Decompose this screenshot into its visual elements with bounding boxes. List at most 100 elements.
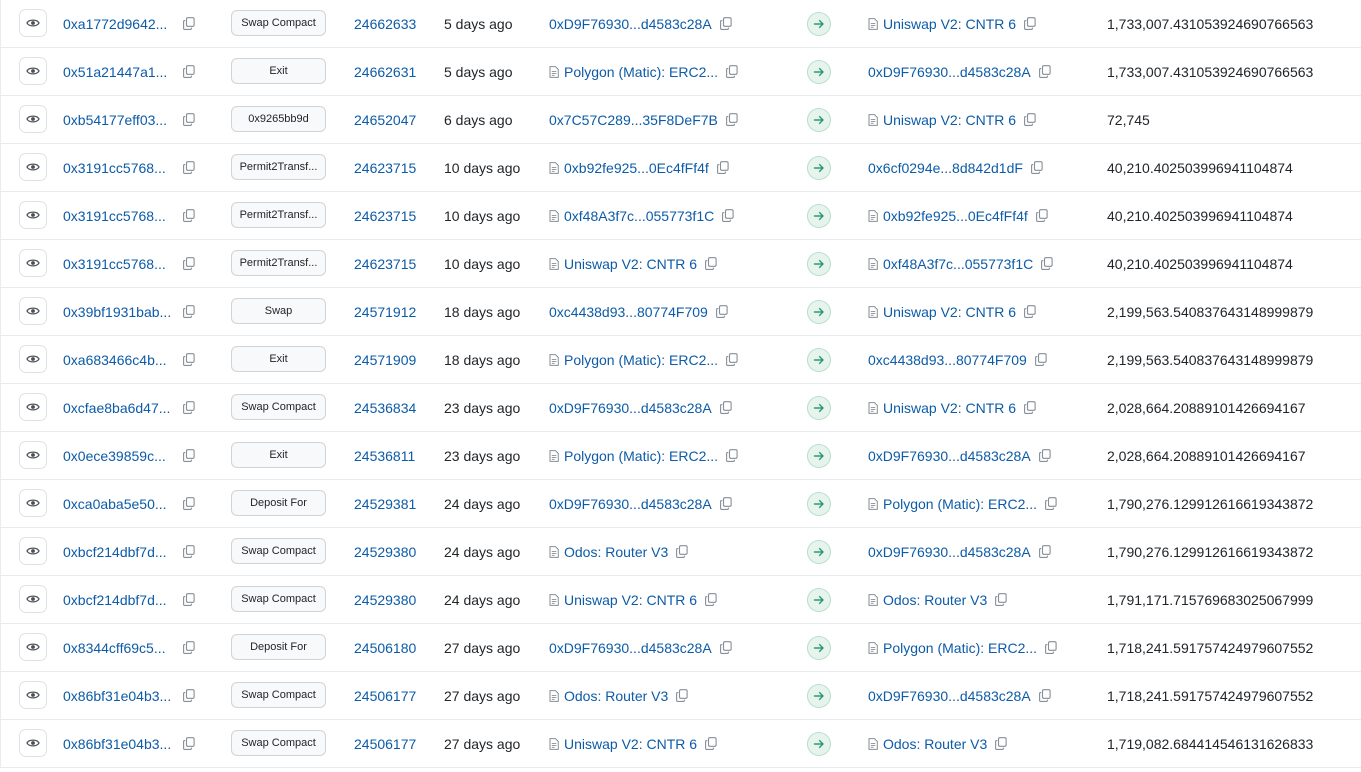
to-address-link[interactable]: 0xD9F76930...d4583c28A	[868, 448, 1031, 464]
to-address-link[interactable]: 0xD9F76930...d4583c28A	[868, 64, 1031, 80]
copy-icon[interactable]	[183, 353, 195, 366]
copy-icon[interactable]	[1041, 257, 1053, 270]
from-address-link[interactable]: Uniswap V2: CNTR 6	[564, 736, 697, 752]
copy-icon[interactable]	[183, 65, 195, 78]
view-details-button[interactable]	[19, 441, 47, 469]
view-details-button[interactable]	[19, 489, 47, 517]
from-address-link[interactable]: 0xc4438d93...80774F709	[549, 304, 708, 320]
copy-icon[interactable]	[183, 449, 195, 462]
copy-icon[interactable]	[1045, 497, 1057, 510]
copy-icon[interactable]	[676, 689, 688, 702]
copy-icon[interactable]	[183, 305, 195, 318]
copy-icon[interactable]	[183, 737, 195, 750]
txn-hash-link[interactable]: 0xbcf214dbf7d...	[63, 592, 175, 608]
to-address-link[interactable]: 0xD9F76930...d4583c28A	[868, 544, 1031, 560]
to-address-link[interactable]: Uniswap V2: CNTR 6	[883, 400, 1016, 416]
block-link[interactable]: 24662633	[354, 0, 434, 47]
copy-icon[interactable]	[1024, 113, 1036, 126]
view-details-button[interactable]	[19, 633, 47, 661]
copy-icon[interactable]	[183, 209, 195, 222]
to-address-link[interactable]: 0xf48A3f7c...055773f1C	[883, 256, 1033, 272]
block-link[interactable]: 24623715	[354, 240, 434, 287]
view-details-button[interactable]	[19, 345, 47, 373]
view-details-button[interactable]	[19, 9, 47, 37]
block-link[interactable]: 24529381	[354, 480, 434, 527]
view-details-button[interactable]	[19, 681, 47, 709]
txn-hash-link[interactable]: 0xa1772d9642...	[63, 16, 175, 32]
copy-icon[interactable]	[725, 113, 738, 126]
view-details-button[interactable]	[19, 153, 47, 181]
txn-hash-link[interactable]: 0xa683466c4b...	[63, 352, 175, 368]
copy-icon[interactable]	[719, 401, 732, 414]
from-address-link[interactable]: 0xD9F76930...d4583c28A	[549, 400, 712, 416]
copy-icon[interactable]	[1038, 449, 1051, 462]
view-details-button[interactable]	[19, 201, 47, 229]
copy-icon[interactable]	[722, 209, 734, 222]
block-link[interactable]: 24536834	[354, 384, 434, 431]
copy-icon[interactable]	[183, 401, 195, 414]
block-link[interactable]: 24623715	[354, 144, 434, 191]
from-address-link[interactable]: 0xD9F76930...d4583c28A	[549, 496, 712, 512]
view-details-button[interactable]	[19, 537, 47, 565]
to-address-link[interactable]: 0xb92fe925...0Ec4fFf4f	[883, 208, 1028, 224]
block-link[interactable]: 24623715	[354, 192, 434, 239]
view-details-button[interactable]	[19, 249, 47, 277]
copy-icon[interactable]	[1024, 17, 1036, 30]
from-address-link[interactable]: 0xf48A3f7c...055773f1C	[564, 208, 714, 224]
to-address-link[interactable]: Polygon (Matic): ERC2...	[883, 496, 1037, 512]
to-address-link[interactable]: Uniswap V2: CNTR 6	[883, 16, 1016, 32]
txn-hash-link[interactable]: 0x51a21447a1...	[63, 64, 175, 80]
to-address-link[interactable]: Odos: Router V3	[883, 736, 987, 752]
txn-hash-link[interactable]: 0xb54177eff03...	[63, 112, 175, 128]
view-details-button[interactable]	[19, 297, 47, 325]
copy-icon[interactable]	[183, 17, 195, 30]
txn-hash-link[interactable]: 0x3191cc5768...	[63, 208, 175, 224]
txn-hash-link[interactable]: 0x86bf31e04b3...	[63, 736, 175, 752]
copy-icon[interactable]	[719, 641, 732, 654]
copy-icon[interactable]	[1024, 305, 1036, 318]
copy-icon[interactable]	[1030, 161, 1043, 174]
from-address-link[interactable]: Odos: Router V3	[564, 688, 668, 704]
copy-icon[interactable]	[995, 593, 1007, 606]
txn-hash-link[interactable]: 0x3191cc5768...	[63, 160, 175, 176]
from-address-link[interactable]: 0xD9F76930...d4583c28A	[549, 640, 712, 656]
block-link[interactable]: 24571909	[354, 336, 434, 383]
copy-icon[interactable]	[726, 449, 738, 462]
block-link[interactable]: 24506177	[354, 672, 434, 719]
copy-icon[interactable]	[183, 257, 195, 270]
copy-icon[interactable]	[726, 65, 738, 78]
copy-icon[interactable]	[183, 497, 195, 510]
txn-hash-link[interactable]: 0xcfae8ba6d47...	[63, 400, 175, 416]
copy-icon[interactable]	[183, 545, 195, 558]
txn-hash-link[interactable]: 0xca0aba5e50...	[63, 496, 175, 512]
to-address-link[interactable]: Uniswap V2: CNTR 6	[883, 112, 1016, 128]
block-link[interactable]: 24662631	[354, 48, 434, 95]
txn-hash-link[interactable]: 0x86bf31e04b3...	[63, 688, 175, 704]
copy-icon[interactable]	[705, 737, 717, 750]
copy-icon[interactable]	[183, 641, 195, 654]
from-address-link[interactable]: Odos: Router V3	[564, 544, 668, 560]
copy-icon[interactable]	[705, 593, 717, 606]
from-address-link[interactable]: Polygon (Matic): ERC2...	[564, 64, 718, 80]
txn-hash-link[interactable]: 0x8344cff69c5...	[63, 640, 175, 656]
copy-icon[interactable]	[1035, 209, 1048, 222]
view-details-button[interactable]	[19, 585, 47, 613]
block-link[interactable]: 24506177	[354, 720, 434, 767]
txn-hash-link[interactable]: 0x39bf1931bab...	[63, 304, 175, 320]
from-address-link[interactable]: Uniswap V2: CNTR 6	[564, 256, 697, 272]
copy-icon[interactable]	[1024, 401, 1036, 414]
block-link[interactable]: 24506180	[354, 624, 434, 671]
to-address-link[interactable]: 0x6cf0294e...8d842d1dF	[868, 160, 1023, 176]
to-address-link[interactable]: Odos: Router V3	[883, 592, 987, 608]
to-address-link[interactable]: Polygon (Matic): ERC2...	[883, 640, 1037, 656]
to-address-link[interactable]: Uniswap V2: CNTR 6	[883, 304, 1016, 320]
from-address-link[interactable]: Polygon (Matic): ERC2...	[564, 352, 718, 368]
block-link[interactable]: 24529380	[354, 576, 434, 623]
copy-icon[interactable]	[1045, 641, 1057, 654]
copy-icon[interactable]	[716, 161, 729, 174]
to-address-link[interactable]: 0xD9F76930...d4583c28A	[868, 688, 1031, 704]
copy-icon[interactable]	[183, 161, 195, 174]
copy-icon[interactable]	[1038, 65, 1051, 78]
copy-icon[interactable]	[1034, 353, 1047, 366]
from-address-link[interactable]: 0xD9F76930...d4583c28A	[549, 16, 712, 32]
